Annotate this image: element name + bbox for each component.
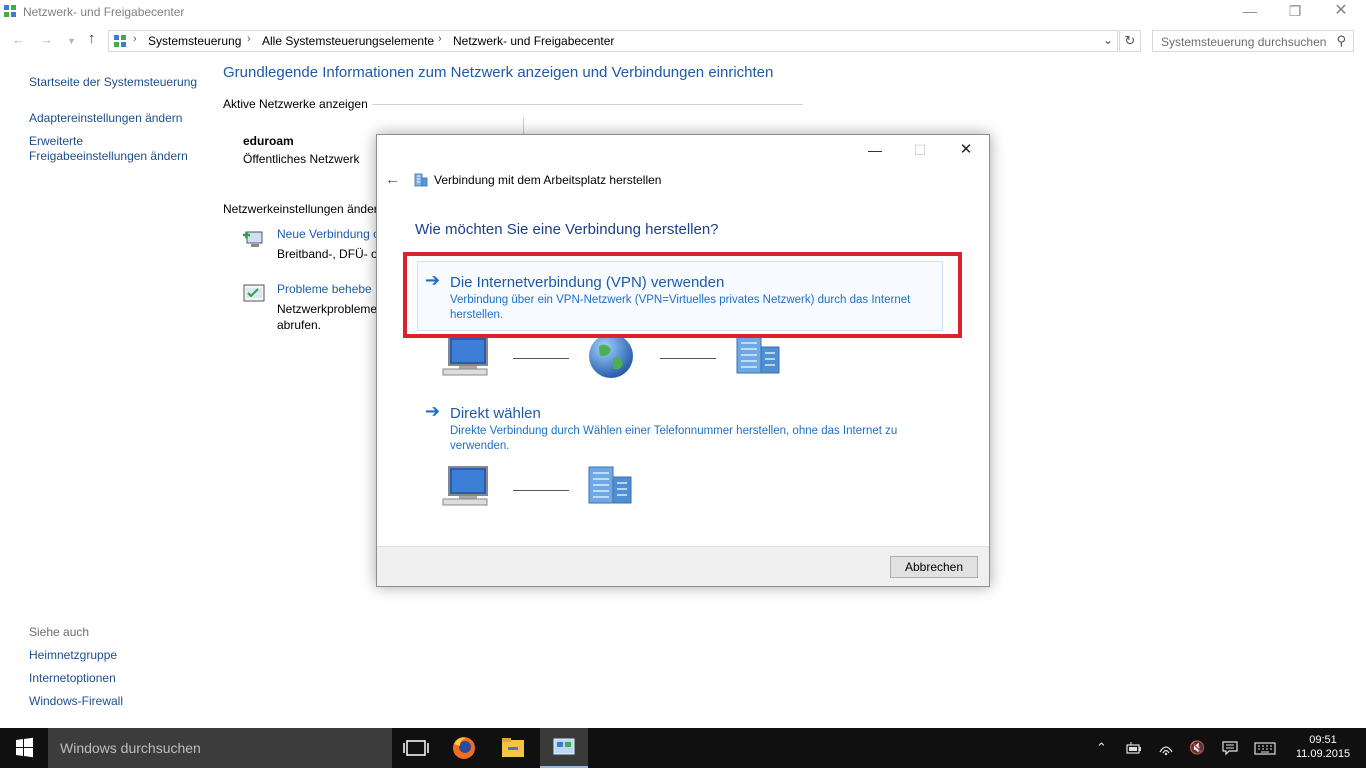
breadcrumb-netzwerkcenter[interactable]: Netzwerk- und Freigabecenter	[453, 34, 614, 48]
network-name: eduroam	[243, 134, 294, 148]
close-button[interactable]: ✕	[1318, 0, 1364, 24]
firefox-icon[interactable]	[440, 728, 488, 768]
cancel-button[interactable]: Abbrechen	[890, 556, 978, 578]
active-networks-header: Aktive Netzwerke anzeigen	[223, 97, 368, 111]
see-also-internet-options[interactable]: Internetoptionen	[29, 671, 116, 686]
network-settings-header: Netzwerkeinstellungen änder	[223, 202, 378, 216]
dialog-maximize-button: ☐	[913, 142, 927, 158]
computer-icon	[442, 466, 488, 506]
address-bar[interactable]: › Systemsteuerung › Alle Systemsteuerung…	[108, 30, 1118, 52]
connection-line	[660, 358, 716, 359]
see-also-label: Siehe auch	[29, 625, 90, 639]
volume-muted-icon[interactable]: 🔇	[1189, 740, 1205, 756]
dial-option-description-line1: Direkte Verbindung durch Wählen einer Te…	[450, 425, 898, 437]
sidebar-link-control-panel-home[interactable]: Startseite der Systemsteuerung	[29, 75, 197, 90]
dialog-minimize-button[interactable]: —	[860, 139, 890, 161]
address-dropdown-chevron-icon[interactable]: ⌄	[1103, 33, 1113, 47]
dialog-footer: Abbrechen	[377, 546, 989, 586]
page-title: Grundlegende Informationen zum Netzwerk …	[223, 64, 774, 81]
sidebar-link-advanced-sharing-line2[interactable]: Freigabeeinstellungen ändern	[29, 149, 188, 164]
action-center-icon[interactable]	[1222, 740, 1238, 756]
task-view-icon[interactable]	[392, 728, 440, 768]
refresh-button[interactable]: ↻	[1119, 30, 1141, 52]
clock-date: 11.09.2015	[1295, 748, 1351, 760]
restore-button[interactable]: ❐	[1272, 0, 1318, 24]
network-center-taskbar-icon	[553, 738, 575, 755]
breadcrumb-systemsteuerung[interactable]: Systemsteuerung	[148, 34, 241, 48]
up-arrow-icon[interactable]: ↑	[88, 30, 96, 47]
new-connection-link[interactable]: Neue Verbindung o	[277, 227, 380, 241]
section-divider	[372, 104, 803, 105]
dial-option-arrow-icon: ➔	[425, 401, 441, 421]
dial-option-description-line2: verwenden.	[450, 440, 510, 452]
search-input[interactable]: Systemsteuerung durchsuchen ⚲	[1152, 30, 1354, 52]
connection-line	[513, 358, 569, 359]
breadcrumb-separator-icon: ›	[438, 33, 442, 45]
troubleshoot-description-line2: abrufen.	[277, 318, 322, 332]
workplace-icon	[414, 173, 428, 187]
file-explorer-icon[interactable]	[489, 728, 537, 768]
system-clock[interactable]: 09:51 11.09.2015	[1290, 733, 1356, 761]
new-connection-icon	[243, 231, 263, 247]
breadcrumb-separator-icon: ›	[247, 33, 251, 45]
windows-start-icon[interactable]	[0, 728, 48, 768]
dialog-close-button[interactable]: ✕	[951, 139, 981, 161]
recent-locations-chevron-icon[interactable]: ▼	[67, 36, 76, 46]
globe-icon	[589, 334, 633, 378]
breadcrumb-alle-elemente[interactable]: Alle Systemsteuerungselemente	[262, 34, 434, 48]
see-also-homegroup[interactable]: Heimnetzgruppe	[29, 648, 117, 663]
minimize-button[interactable]: —	[1227, 0, 1273, 24]
back-arrow-icon[interactable]: ←	[12, 32, 25, 47]
sidebar-link-advanced-sharing-line1[interactable]: Erweiterte	[29, 134, 83, 149]
search-icon[interactable]: ⚲	[1336, 33, 1346, 49]
tray-overflow-chevron-icon[interactable]: ⌃	[1096, 740, 1107, 756]
server-building-icon	[588, 466, 632, 504]
breadcrumb-separator-icon: ›	[133, 33, 137, 45]
network-type: Öffentliches Netzwerk	[243, 152, 360, 166]
taskbar-search-placeholder: Windows durchsuchen	[60, 740, 201, 756]
taskbar: Windows durchsuchen ⌃ 🔇 09:51 11.09.2015	[0, 728, 1366, 768]
new-connection-description: Breitband-, DFÜ- o	[277, 247, 378, 261]
search-placeholder: Systemsteuerung durchsuchen	[1161, 35, 1327, 49]
control-panel-icon	[114, 35, 126, 47]
dial-option-title[interactable]: Direkt wählen	[450, 405, 541, 422]
sidebar-link-adapter-settings[interactable]: Adaptereinstellungen ändern	[29, 111, 182, 126]
dialog-back-arrow-icon[interactable]: ←	[385, 171, 400, 188]
highlight-frame	[403, 252, 962, 338]
server-building-icon	[736, 336, 780, 374]
forward-arrow-icon[interactable]: →	[40, 32, 53, 47]
troubleshoot-description-line1: Netzwerkprobleme	[277, 302, 378, 316]
dialog-title: Verbindung mit dem Arbeitsplatz herstell…	[434, 173, 662, 187]
network-center-icon	[4, 5, 16, 17]
keyboard-icon[interactable]	[1254, 740, 1276, 756]
clock-time: 09:51	[1309, 734, 1337, 746]
battery-icon[interactable]	[1126, 740, 1142, 756]
see-also-windows-firewall[interactable]: Windows-Firewall	[29, 694, 123, 709]
taskbar-search-input[interactable]: Windows durchsuchen	[48, 728, 392, 768]
connect-to-workplace-dialog: — ☐ ✕ ← Verbindung mit dem Arbeitsplatz …	[376, 134, 990, 587]
troubleshoot-icon	[243, 284, 265, 302]
computer-icon	[442, 336, 488, 376]
active-window-taskbar-button[interactable]	[540, 728, 588, 768]
title-bar: Netzwerk- und Freigabecenter — ❐ ✕	[0, 0, 1366, 26]
wifi-icon[interactable]	[1158, 740, 1174, 756]
window-title: Netzwerk- und Freigabecenter	[23, 5, 185, 19]
dialog-question: Wie möchten Sie eine Verbindung herstell…	[415, 221, 719, 238]
connection-line	[513, 490, 569, 491]
troubleshoot-link[interactable]: Probleme behebe	[277, 282, 372, 296]
